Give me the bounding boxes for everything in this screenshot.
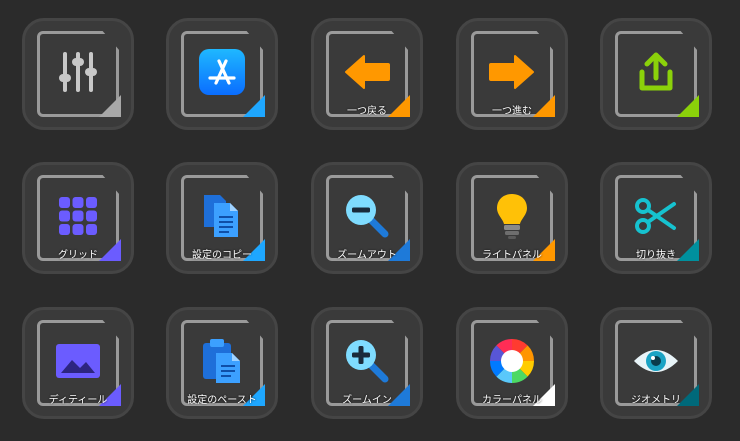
app-store-tile[interactable]	[166, 18, 278, 130]
eye-icon	[632, 337, 680, 385]
color-wheel-icon	[488, 337, 536, 385]
forward-tile[interactable]: 一つ進む	[456, 18, 568, 130]
arrow-right-icon	[488, 48, 536, 96]
share-icon	[632, 48, 680, 96]
paste-settings-tile[interactable]: 設定のペースト	[166, 307, 278, 419]
zoom-in-icon	[343, 337, 391, 385]
image-icon	[54, 337, 102, 385]
back-tile[interactable]: 一つ戻る	[311, 18, 423, 130]
copy-icon	[198, 192, 246, 240]
grid-tile[interactable]: グリッド	[22, 162, 134, 274]
app-store-icon	[198, 48, 246, 96]
clipboard-icon	[198, 337, 246, 385]
share-tile[interactable]	[600, 18, 712, 130]
color-panel-tile[interactable]: カラーパネル	[456, 307, 568, 419]
grid-icon	[54, 192, 102, 240]
zoom-out-tile[interactable]: ズームアウト	[311, 162, 423, 274]
geometry-tile[interactable]: ジオメトリ	[600, 307, 712, 419]
light-panel-tile[interactable]: ライトパネル	[456, 162, 568, 274]
cut-tile[interactable]: 切り抜き	[600, 162, 712, 274]
light-bulb-icon	[488, 192, 536, 240]
zoom-in-tile[interactable]: ズームイン	[311, 307, 423, 419]
zoom-out-icon	[343, 192, 391, 240]
mixer-tile[interactable]	[22, 18, 134, 130]
copy-settings-tile[interactable]: 設定のコピー	[166, 162, 278, 274]
button-grid: 一つ戻る 一つ進む グリッド 設定のコピー ズームアウト ライトパネル 切り抜き…	[0, 0, 740, 441]
scissors-icon	[632, 192, 680, 240]
arrow-left-icon	[343, 48, 391, 96]
sliders-icon	[54, 48, 102, 96]
detail-tile[interactable]: ディティール	[22, 307, 134, 419]
